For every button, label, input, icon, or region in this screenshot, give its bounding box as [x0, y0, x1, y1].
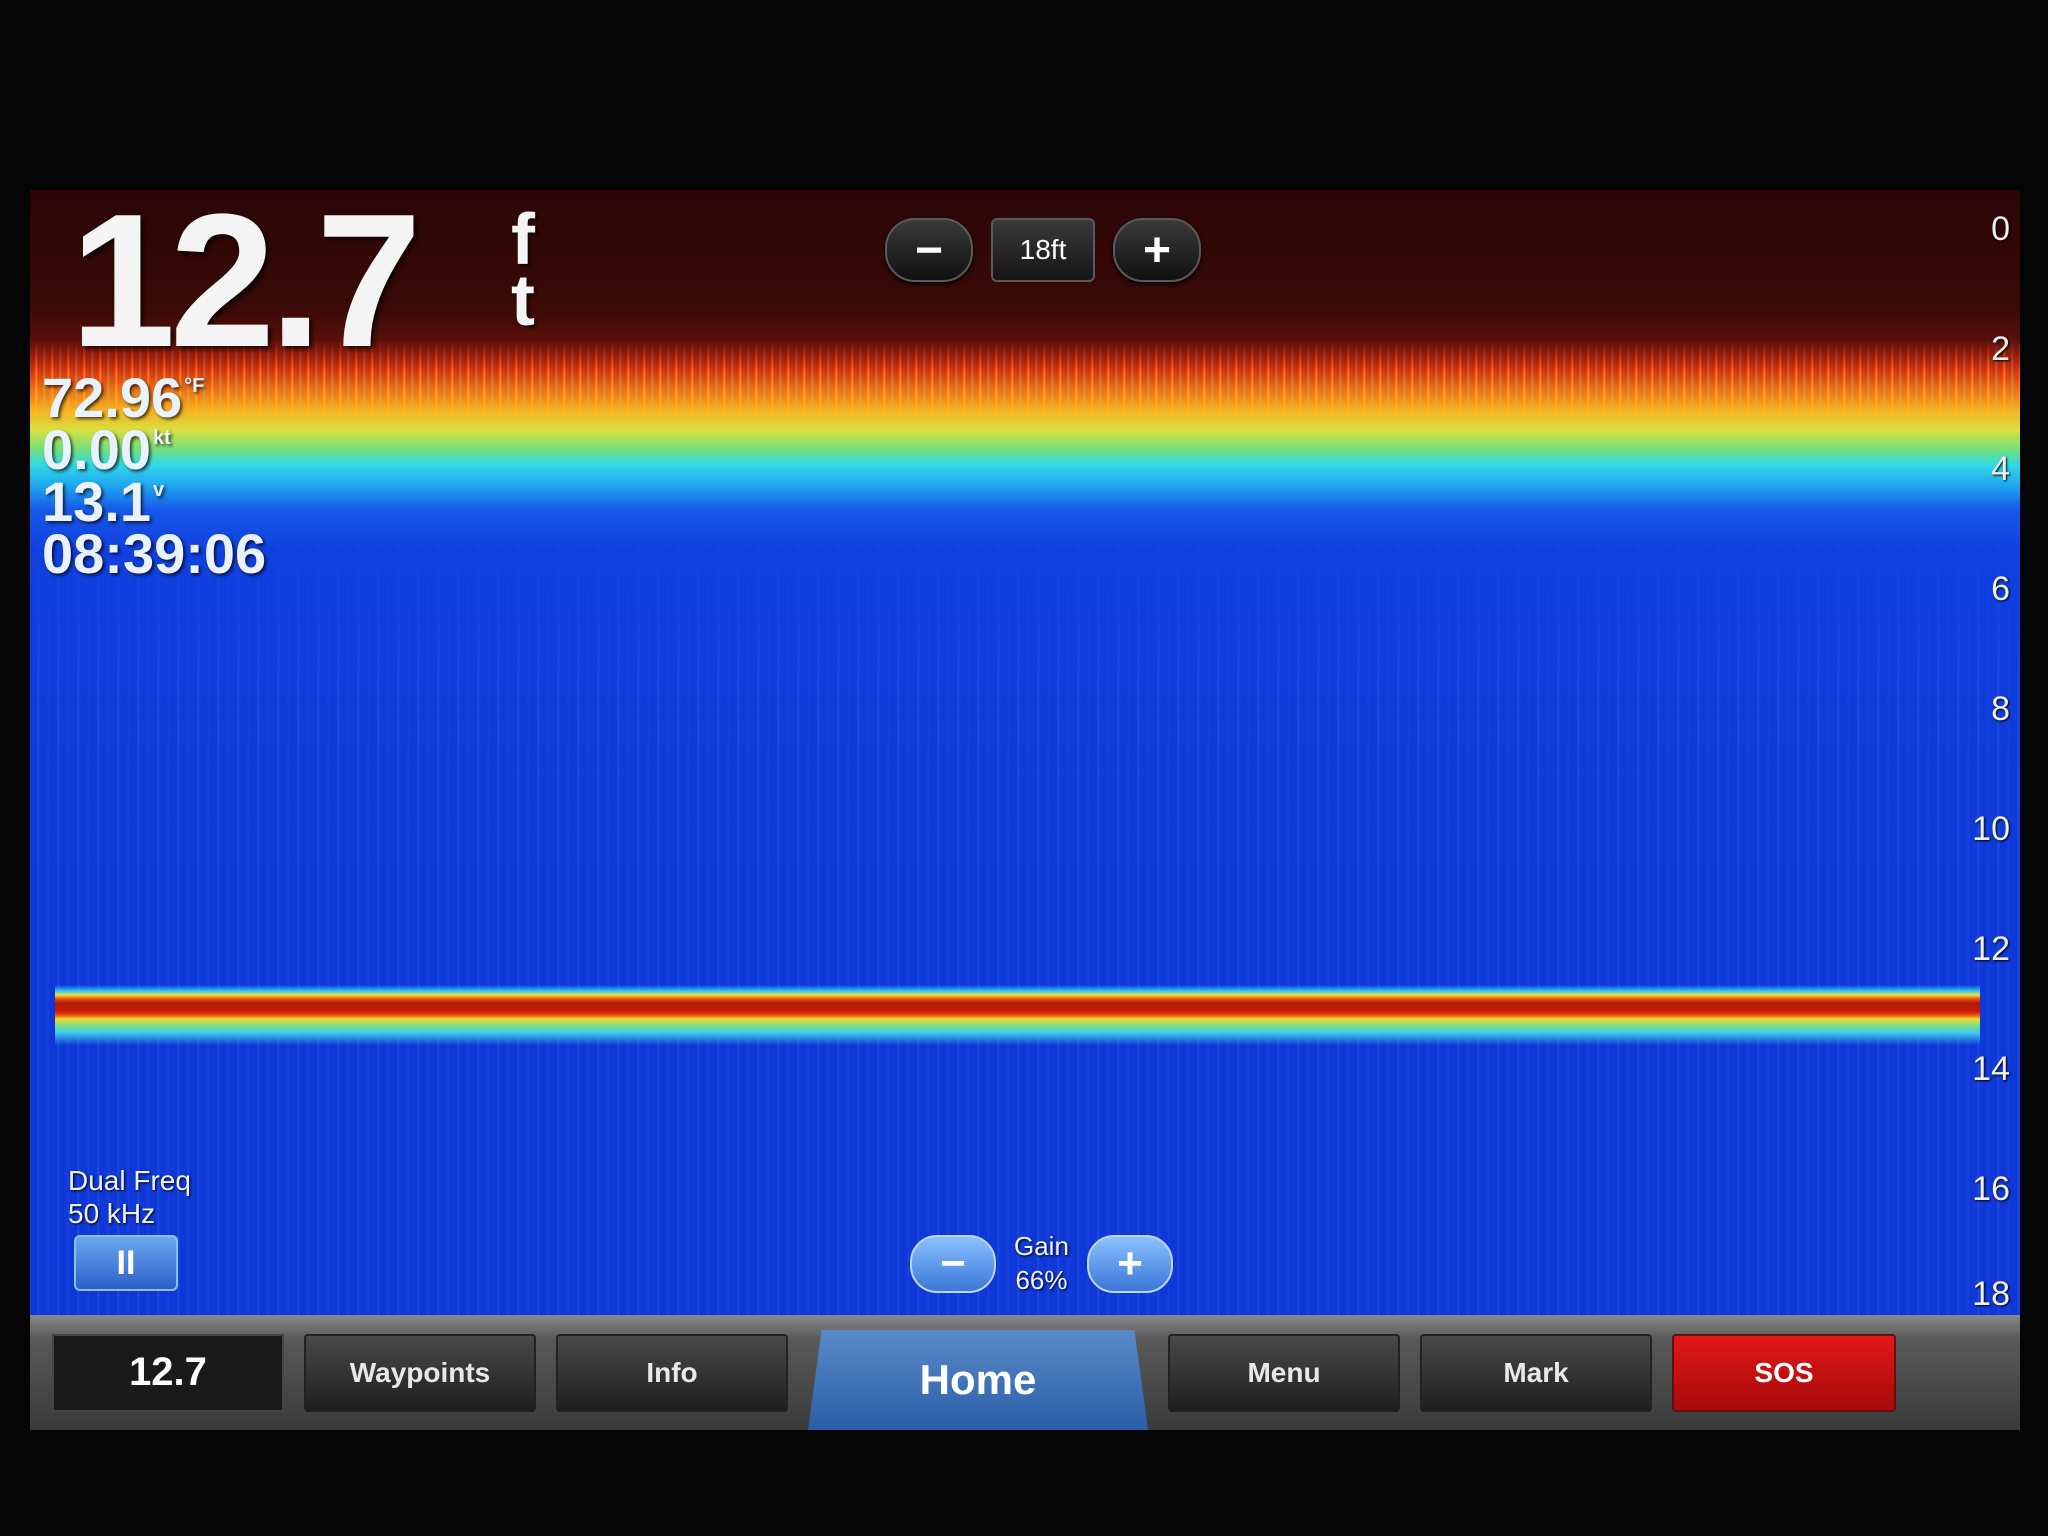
depth-unit-bottom: t	[511, 261, 535, 342]
sos-button[interactable]: SOS	[1672, 1333, 1896, 1412]
depth-tick: 2	[1991, 330, 2010, 368]
menu-button[interactable]: Menu	[1168, 1333, 1400, 1412]
depth-tick: 8	[1991, 690, 2010, 728]
gain-label: Gain	[1014, 1231, 1069, 1261]
bottom-return-line	[55, 985, 1980, 1045]
frequency-value: 50 kHz	[68, 1198, 156, 1229]
range-zoom-out-button[interactable]: −	[885, 218, 973, 282]
depth-tick: 16	[1972, 1170, 2010, 1208]
info-button[interactable]: Info	[556, 1333, 788, 1412]
depth-tick: 18	[1972, 1275, 2010, 1313]
depth-tick: 12	[1972, 930, 2010, 968]
pause-button[interactable]: II	[74, 1235, 178, 1291]
bottom-nav-bar: 12.7 Waypoints Info Home Menu Mark SOS	[30, 1315, 2020, 1430]
range-control: − 18ft +	[885, 218, 1201, 282]
range-zoom-in-button[interactable]: +	[1113, 218, 1201, 282]
time-readout: 08:39:06	[42, 522, 267, 585]
depth-tick: 14	[1972, 1050, 2010, 1088]
depth-readout: 12.7	[70, 190, 422, 387]
gain-value: 66%	[1015, 1264, 1068, 1295]
mark-button[interactable]: Mark	[1420, 1333, 1652, 1412]
gain-decrease-button[interactable]: −	[910, 1234, 996, 1293]
depth-tick: 10	[1972, 810, 2010, 848]
gain-control: − Gain 66% +	[910, 1230, 1173, 1298]
voltage-unit: v	[153, 479, 165, 501]
home-button[interactable]: Home	[808, 1330, 1148, 1430]
depth-unit: f t	[498, 204, 548, 342]
gain-readout: Gain 66%	[1014, 1230, 1069, 1298]
water-temp-unit: °F	[184, 375, 205, 397]
depth-tick: 6	[1991, 570, 2010, 608]
water-column-noise	[30, 490, 2020, 1315]
depth-databox[interactable]: 12.7	[52, 1333, 284, 1412]
frequency-mode: Dual Freq	[68, 1165, 191, 1196]
sonar-screen: 0 2 4 6 8 10 12 14 16 18 12.7 f t 72.96 °…	[30, 190, 2020, 1430]
gain-increase-button[interactable]: +	[1086, 1234, 1173, 1293]
speed-unit: kt	[153, 427, 171, 449]
depth-tick: 0	[1991, 210, 2010, 248]
waypoints-button[interactable]: Waypoints	[304, 1333, 536, 1412]
depth-tick: 4	[1991, 450, 2010, 488]
range-value[interactable]: 18ft	[991, 218, 1095, 282]
